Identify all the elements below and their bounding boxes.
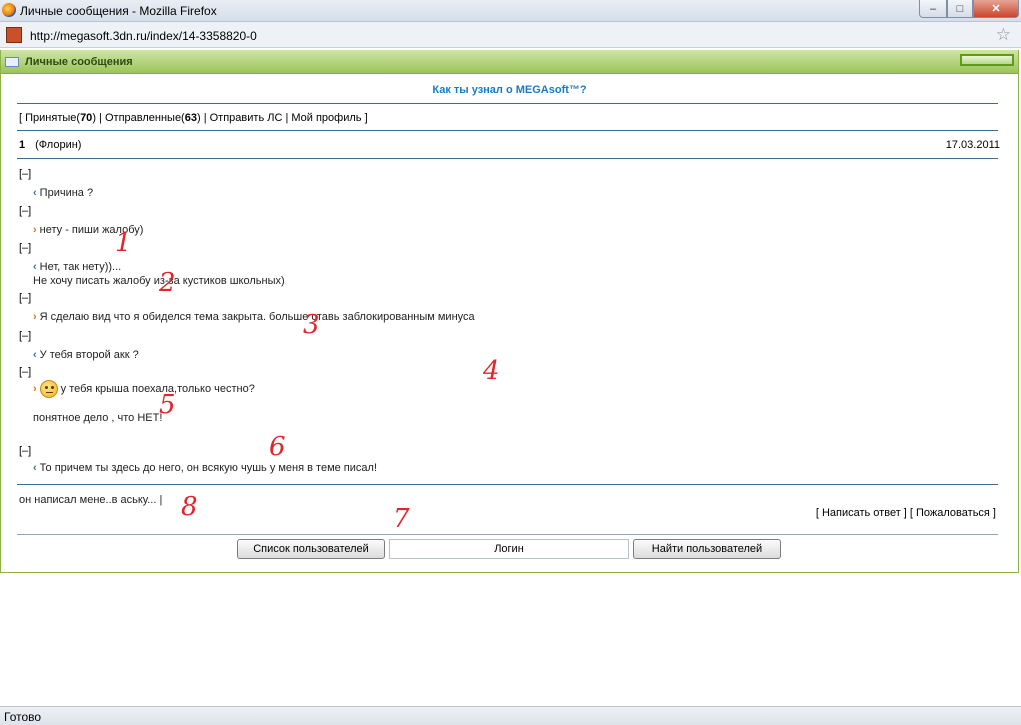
- user-search-bar: Список пользователей Логин Найти пользов…: [237, 539, 781, 559]
- envelope-icon: [5, 57, 19, 67]
- collapse-toggle[interactable]: [–]: [19, 445, 999, 457]
- thread-item: [–] ‹ У тебя второй акк ?: [19, 330, 999, 361]
- confused-smiley-icon: [39, 380, 58, 398]
- url-field[interactable]: http://megasoft.3dn.ru/index/14-3358820-…: [30, 29, 257, 43]
- thread-item: [–] ‹ Причина ?: [19, 168, 999, 199]
- thread-message: › у тебя крыша поехала,только честно?: [33, 380, 255, 398]
- collapse-toggle[interactable]: [–]: [19, 242, 999, 254]
- outgoing-arrow-icon: ›: [33, 311, 37, 323]
- find-users-button[interactable]: Найти пользователей: [633, 539, 781, 559]
- annotation-number: 8: [181, 492, 198, 522]
- collapse-toggle[interactable]: [–]: [19, 168, 999, 180]
- report-link[interactable]: [ Пожаловаться ]: [910, 507, 996, 519]
- thread-item: [–] ‹ Нет, так нету))... Не хочу писать ж…: [19, 242, 999, 287]
- incoming-arrow-icon: ‹: [33, 187, 37, 199]
- incoming-arrow-icon: ‹: [33, 462, 37, 474]
- window-controls: – □ ✕: [919, 0, 1019, 18]
- write-reply-link[interactable]: [ Написать ответ ]: [816, 507, 907, 519]
- panel-header: Личные сообщения: [1, 50, 1018, 74]
- annotation-number: 1: [115, 228, 132, 258]
- messages-panel: Личные сообщения Как ты узнал о MEGAsoft…: [0, 50, 1019, 573]
- minimize-button[interactable]: –: [919, 0, 947, 18]
- message-actions: [ Написать ответ ] [ Пожаловаться ]: [816, 507, 996, 519]
- maximize-button[interactable]: □: [947, 0, 973, 18]
- divider: [17, 484, 998, 485]
- site-favicon-icon: [6, 27, 22, 43]
- browser-window: Личные сообщения - Mozilla Firefox – □ ✕…: [0, 0, 1021, 725]
- thread-message: ‹ Причина ?: [33, 187, 94, 199]
- bookmark-star-icon[interactable]: ☆: [996, 25, 1011, 45]
- thread-message: › Я сделаю вид что я обиделся тема закрыт…: [33, 311, 475, 323]
- annotation-number: 5: [159, 390, 176, 420]
- thread-item: [–] › у тебя крыша поехала,только честно?…: [19, 366, 999, 424]
- divider: [17, 534, 998, 535]
- annotation-number: 2: [159, 268, 176, 298]
- divider: [17, 158, 998, 159]
- firefox-icon: [2, 3, 16, 17]
- annotation-number: 6: [269, 432, 286, 462]
- send-message-link[interactable]: Отправить ЛС: [210, 112, 283, 124]
- topic-title[interactable]: Как ты узнал о MEGAsoft™?: [1, 84, 1018, 96]
- thread-message: ‹ Нет, так нету))...: [33, 261, 122, 273]
- thread-item: [–] ‹ То причем ты здесь до него, он всяк…: [19, 445, 999, 474]
- login-input[interactable]: Логин: [389, 539, 629, 559]
- thread-message: ‹ У тебя второй акк ?: [33, 349, 139, 361]
- close-button[interactable]: ✕: [973, 0, 1019, 18]
- incoming-arrow-icon: ‹: [33, 349, 37, 361]
- my-profile-link[interactable]: Мой профиль: [291, 112, 361, 124]
- message-header: 1 (Флорин) 17.03.2011: [19, 139, 1000, 151]
- annotation-number: 3: [303, 310, 320, 340]
- outgoing-arrow-icon: ›: [33, 224, 37, 236]
- divider: [17, 130, 998, 131]
- inbox-link[interactable]: Принятые(70): [25, 112, 96, 124]
- message-number: 1: [19, 139, 26, 151]
- thread-item: [–] › нету - пиши жалобу): [19, 205, 999, 236]
- message-author[interactable]: (Флорин): [35, 139, 81, 151]
- reply-text[interactable]: он написал мене..в аську... |: [19, 494, 162, 506]
- incoming-arrow-icon: ‹: [33, 261, 37, 273]
- outgoing-arrow-icon: ›: [33, 382, 37, 395]
- address-bar: http://megasoft.3dn.ru/index/14-3358820-…: [0, 22, 1021, 48]
- annotation-number: 4: [483, 356, 500, 386]
- collapse-toggle[interactable]: [–]: [19, 205, 999, 217]
- collapse-toggle[interactable]: [–]: [19, 366, 999, 378]
- status-text: Готово: [4, 710, 42, 724]
- panel-title: Личные сообщения: [25, 56, 133, 68]
- annotation-number: 7: [393, 504, 410, 534]
- window-title: Личные сообщения - Mozilla Firefox: [20, 4, 217, 18]
- message-date: 17.03.2011: [945, 139, 1000, 151]
- status-bar: Готово: [0, 706, 1021, 725]
- resize-slider-icon[interactable]: [960, 54, 1014, 66]
- user-list-button[interactable]: Список пользователей: [237, 539, 385, 559]
- sent-link[interactable]: Отправленные(63): [105, 112, 201, 124]
- thread-message-line2: понятное дело , что НЕТ!: [33, 412, 163, 424]
- messages-nav: [ Принятые(70) | Отправленные(63) | Отпр…: [19, 112, 368, 124]
- title-bar: Личные сообщения - Mozilla Firefox – □ ✕: [0, 0, 1021, 22]
- divider: [17, 103, 998, 104]
- thread-message: ‹ То причем ты здесь до него, он всякую ч…: [33, 462, 377, 474]
- collapse-toggle[interactable]: [–]: [19, 330, 999, 342]
